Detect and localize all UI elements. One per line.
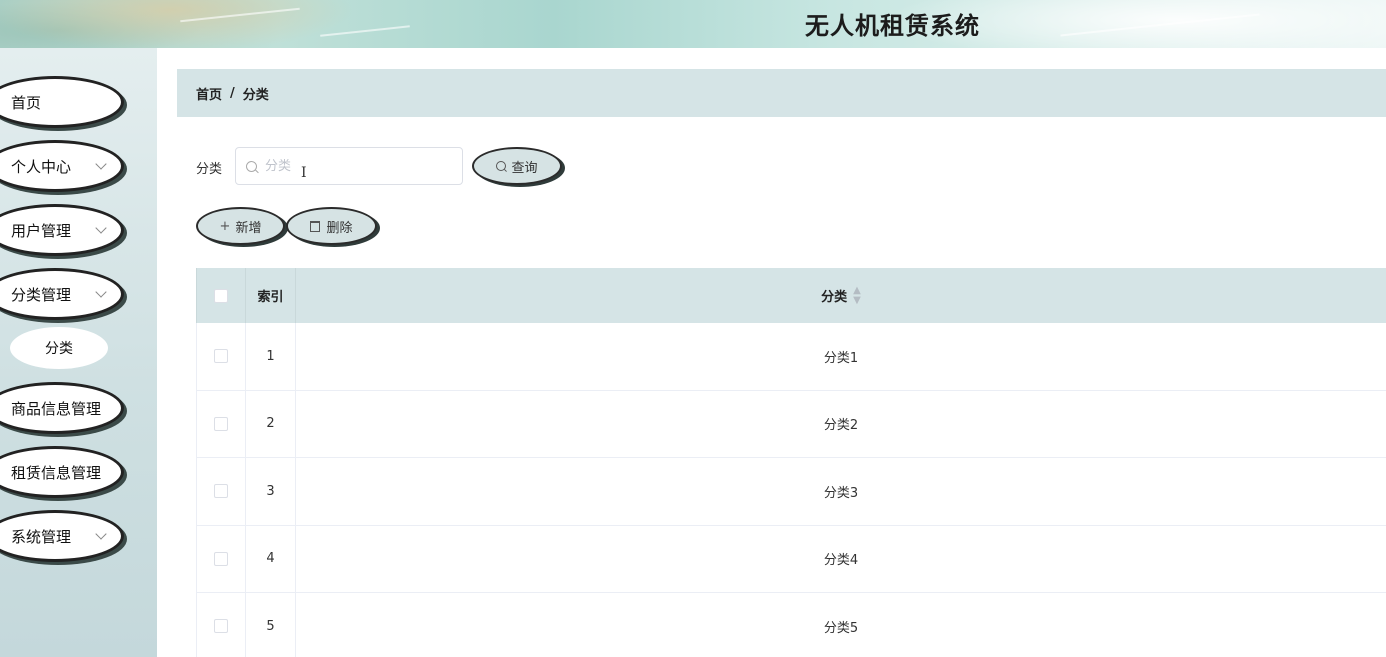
- delete-button-label: 删除: [326, 220, 353, 236]
- header-decoration: [320, 25, 410, 37]
- sidebar-item-product-info-management[interactable]: 商品信息管理: [0, 382, 124, 434]
- column-header-category[interactable]: 分类 ▲ ▼: [295, 268, 1386, 323]
- sort-icon[interactable]: ▲ ▼: [853, 285, 861, 306]
- row-checkbox[interactable]: [214, 619, 228, 634]
- breadcrumb-separator: /: [230, 85, 235, 101]
- row-check-cell: [196, 593, 245, 657]
- row-check-cell: [196, 390, 245, 457]
- sidebar-item-personal-center[interactable]: 个人中心: [0, 140, 124, 192]
- top-header: 无人机租赁系统: [0, 0, 1386, 48]
- add-button-label: 新增: [235, 220, 262, 236]
- add-button[interactable]: + 新增: [196, 207, 285, 245]
- table-row[interactable]: 3 分类3: [196, 458, 1386, 526]
- sidebar: 首页 个人中心 用户管理 分类管理 分类 商品信息管理 租赁信息管理 系统管理: [0, 48, 157, 657]
- app-title: 无人机租赁系统: [805, 12, 980, 40]
- sidebar-item-label: 系统管理: [11, 527, 72, 546]
- row-index: 3: [245, 458, 295, 525]
- sidebar-item-label: 商品信息管理: [11, 399, 102, 418]
- chevron-down-icon: [95, 158, 107, 170]
- sidebar-item-label: 用户管理: [11, 221, 72, 240]
- row-checkbox[interactable]: [214, 349, 228, 364]
- chevron-down-icon: [95, 528, 107, 540]
- sidebar-item-label: 分类管理: [11, 285, 72, 304]
- text-cursor-icon: I: [301, 165, 307, 181]
- row-checkbox[interactable]: [214, 551, 228, 566]
- sidebar-item-label: 首页: [11, 93, 42, 112]
- sidebar-item-category-management[interactable]: 分类管理: [0, 268, 124, 320]
- row-category: 分类3: [295, 458, 1386, 525]
- breadcrumb-current: 分类: [242, 87, 269, 103]
- row-check-cell: [196, 525, 245, 592]
- select-all-checkbox[interactable]: [214, 288, 228, 303]
- category-table: 索引 分类 ▲ ▼ 1 分类1 2 分类2 3 分类3 4 分类4 5 分类5: [196, 268, 1386, 657]
- row-index: 1: [245, 323, 295, 390]
- column-header-label: 索引: [257, 290, 284, 305]
- header-decoration: [1060, 13, 1260, 37]
- row-index: 4: [245, 525, 295, 592]
- sidebar-subitem-category[interactable]: 分类: [10, 327, 108, 369]
- row-category: 分类2: [295, 390, 1386, 457]
- search-input[interactable]: [265, 158, 435, 174]
- row-check-cell: [196, 458, 245, 525]
- breadcrumb-home[interactable]: 首页: [196, 84, 222, 103]
- table-row[interactable]: 1 分类1: [196, 323, 1386, 391]
- row-index: 5: [245, 593, 295, 657]
- header-decoration: [180, 7, 300, 23]
- query-button-label: 查询: [511, 160, 538, 176]
- row-index: 2: [245, 390, 295, 457]
- column-header-label: 分类: [821, 290, 848, 305]
- table-row[interactable]: 5 分类5: [196, 593, 1386, 657]
- sidebar-item-user-management[interactable]: 用户管理: [0, 204, 124, 256]
- sidebar-item-label: 租赁信息管理: [11, 463, 102, 482]
- search-icon: [496, 161, 507, 171]
- search-field[interactable]: [235, 147, 463, 185]
- row-checkbox[interactable]: [214, 484, 228, 499]
- sidebar-subitem-label: 分类: [45, 341, 73, 357]
- sidebar-item-home[interactable]: 首页: [0, 76, 124, 128]
- query-button[interactable]: 查询: [472, 147, 562, 185]
- row-checkbox[interactable]: [214, 416, 228, 431]
- chevron-down-icon: [95, 286, 107, 298]
- table-header-row: 索引 分类 ▲ ▼: [196, 268, 1386, 323]
- chevron-down-icon: [95, 222, 107, 234]
- column-header-index: 索引: [245, 268, 295, 323]
- row-category: 分类4: [295, 525, 1386, 592]
- search-label: 分类: [196, 162, 223, 177]
- sidebar-item-rental-info-management[interactable]: 租赁信息管理: [0, 446, 124, 498]
- sidebar-item-label: 个人中心: [11, 157, 72, 176]
- plus-icon: +: [219, 218, 231, 234]
- row-category: 分类1: [295, 323, 1386, 390]
- row-check-cell: [196, 323, 245, 390]
- breadcrumb: 首页 / 分类: [177, 69, 1386, 117]
- table-row[interactable]: 4 分类4: [196, 525, 1386, 593]
- select-all-cell: [196, 268, 245, 323]
- row-category: 分类5: [295, 593, 1386, 657]
- trash-icon: [310, 220, 321, 232]
- sidebar-item-system-management[interactable]: 系统管理: [0, 510, 124, 562]
- delete-button[interactable]: 删除: [286, 207, 377, 245]
- search-icon: [246, 160, 257, 172]
- table-row[interactable]: 2 分类2: [196, 390, 1386, 458]
